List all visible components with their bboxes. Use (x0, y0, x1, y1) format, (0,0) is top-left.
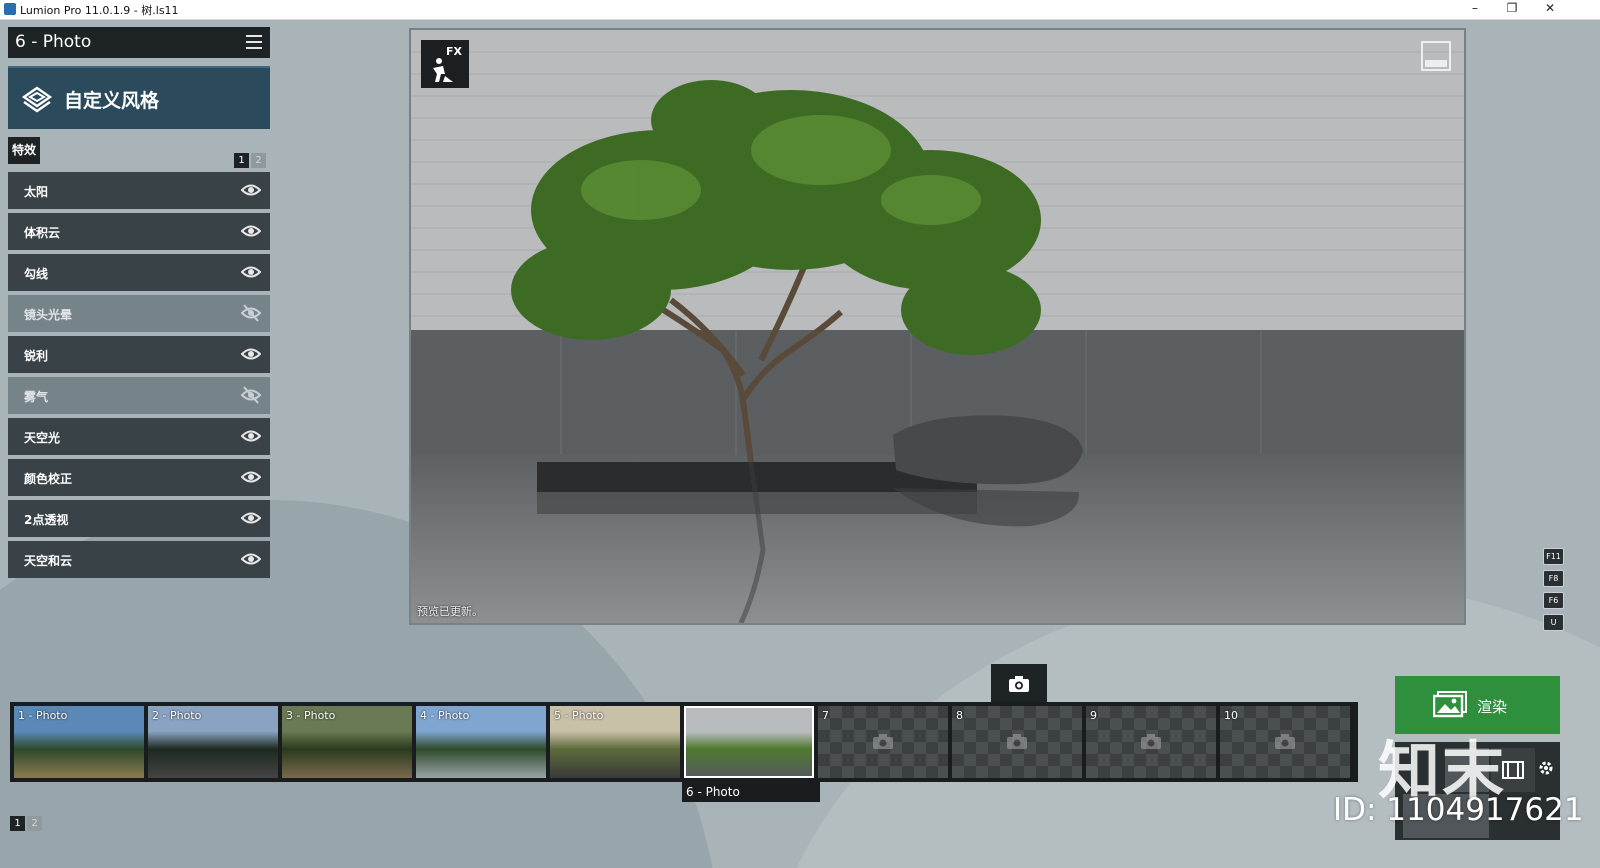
effect-name: 镜头光晕 (24, 308, 73, 322)
camera-icon (1007, 734, 1027, 749)
photo-slot-label: 4 - Photo (420, 709, 470, 722)
effect-name: 体积云 (24, 226, 61, 240)
effect-item[interactable]: 天空光 (8, 418, 270, 455)
u-key[interactable]: U (1543, 614, 1564, 631)
effect-name: 勾线 (24, 267, 49, 281)
effect-item[interactable]: 雾气 (8, 377, 270, 414)
scene-render (411, 30, 1464, 623)
image-icon (1433, 691, 1467, 718)
filmstrip-page-1[interactable]: 1 (10, 816, 25, 831)
photo-slot[interactable]: 1 - Photo (14, 706, 144, 778)
eye-off-icon[interactable] (241, 304, 261, 322)
photo-slot[interactable]: 4 - Photo (416, 706, 546, 778)
effect-name: 2点透视 (24, 513, 69, 527)
photo-slot-label: 1 - Photo (18, 709, 68, 722)
watermark-id: ID: 1104917621 (1333, 792, 1584, 828)
take-photo-button[interactable] (991, 664, 1047, 702)
render-label: 渲染 (1477, 698, 1508, 716)
f6-key[interactable]: F6 (1543, 592, 1564, 609)
hamburger-menu-icon[interactable] (246, 35, 262, 49)
eye-icon[interactable] (241, 427, 261, 445)
photo-slot[interactable]: 10 (1220, 706, 1350, 778)
minimize-button[interactable]: – (1460, 0, 1490, 19)
filmstrip-pager: 1 2 (10, 816, 42, 831)
photo-filmstrip: 1 - Photo 2 - Photo 3 - Photo 4 - Photo 5 - … (10, 702, 1358, 782)
effect-item[interactable]: 勾线 (8, 254, 270, 291)
effect-item[interactable]: 锐利 (8, 336, 270, 373)
photo-slot-label: 3 - Photo (286, 709, 336, 722)
safe-frame-icon[interactable] (1421, 41, 1451, 71)
preview-viewport[interactable]: FX 预览已更新。 (409, 28, 1466, 625)
effect-item[interactable]: 2点透视 (8, 500, 270, 537)
effect-item[interactable]: 颜色校正 (8, 459, 270, 496)
effect-name: 太阳 (24, 185, 49, 199)
preview-status: 预览已更新。 (417, 605, 483, 618)
effects-page-1[interactable]: 1 (234, 153, 249, 168)
effect-name: 雾气 (24, 390, 49, 404)
worker-icon (433, 58, 453, 82)
effect-name: 天空光 (24, 431, 61, 445)
fx-effects-button[interactable]: FX (421, 40, 469, 88)
camera-icon (1009, 676, 1029, 692)
photo-title-bar: 6 - Photo (8, 27, 270, 58)
photo-slot[interactable]: 3 - Photo (282, 706, 412, 778)
photo-slot[interactable]: 2 - Photo (148, 706, 278, 778)
tab-effects[interactable]: 特效 (8, 137, 40, 164)
function-keys: F11 F8 F6 U (1543, 548, 1564, 636)
effect-name: 锐利 (24, 349, 49, 363)
effects-list: 太阳体积云勾线镜头光晕锐利雾气天空光颜色校正 2点透视天空和云 (8, 172, 270, 582)
photo-slot[interactable] (684, 706, 814, 778)
filmstrip-page-2[interactable]: 2 (27, 816, 42, 831)
eye-icon[interactable] (241, 468, 261, 486)
lumion-app-icon (4, 3, 16, 15)
eye-icon[interactable] (241, 181, 261, 199)
eye-icon[interactable] (241, 550, 261, 568)
photo-slot-label: 8 (956, 709, 963, 722)
photo-slot-label: 5 - Photo (554, 709, 604, 722)
photo-title: 6 - Photo (15, 32, 92, 52)
custom-style-button[interactable]: 自定义风格 (8, 66, 270, 129)
f11-key[interactable]: F11 (1543, 548, 1564, 565)
effect-name: 颜色校正 (24, 472, 73, 486)
photo-slot-label: 10 (1224, 709, 1238, 722)
window-title: Lumion Pro 11.0.1.9 - 树.ls11 (20, 4, 179, 17)
custom-style-label: 自定义风格 (64, 90, 160, 112)
effects-pager: 1 2 (234, 153, 266, 168)
photo-slot-label: 2 - Photo (152, 709, 202, 722)
effect-item[interactable]: 镜头光晕 (8, 295, 270, 332)
photo-slot[interactable]: 5 - Photo (550, 706, 680, 778)
photo-slot[interactable]: 9 (1086, 706, 1216, 778)
camera-icon (1141, 734, 1161, 749)
selected-photo-caption: 6 - Photo (682, 782, 820, 802)
f8-key[interactable]: F8 (1543, 570, 1564, 587)
maximize-button[interactable]: ❐ (1497, 0, 1527, 19)
layers-icon (21, 86, 53, 113)
effect-item[interactable]: 太阳 (8, 172, 270, 209)
title-bar: Lumion Pro 11.0.1.9 - 树.ls11 – ❐ ✕ (0, 0, 1600, 20)
photo-slot[interactable]: 8 (952, 706, 1082, 778)
eye-icon[interactable] (241, 263, 261, 281)
eye-icon[interactable] (241, 222, 261, 240)
photo-slot[interactable]: 7 (818, 706, 948, 778)
effect-item[interactable]: 天空和云 (8, 541, 270, 578)
eye-icon[interactable] (241, 345, 261, 363)
eye-icon[interactable] (241, 509, 261, 527)
photo-slot-label: 7 (822, 709, 829, 722)
camera-icon (873, 734, 893, 749)
gear-icon[interactable] (1538, 760, 1554, 776)
effect-name: 天空和云 (24, 554, 73, 568)
close-button[interactable]: ✕ (1535, 0, 1565, 19)
eye-off-icon[interactable] (241, 386, 261, 404)
camera-icon (1275, 734, 1295, 749)
effects-page-2[interactable]: 2 (251, 153, 266, 168)
photo-slot-label: 9 (1090, 709, 1097, 722)
effect-item[interactable]: 体积云 (8, 213, 270, 250)
